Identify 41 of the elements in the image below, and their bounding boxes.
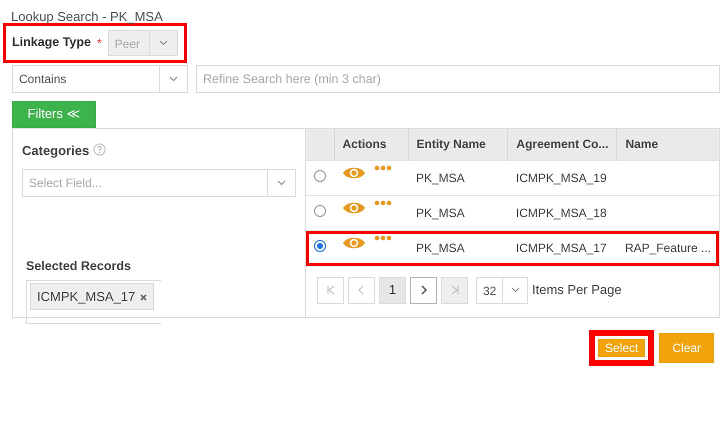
first-page-icon — [324, 284, 336, 296]
chevron-down-icon — [510, 287, 520, 293]
table-row[interactable]: PK_MSA ICMPK_MSA_17 RAP_Feature ... — [306, 230, 719, 266]
table-row[interactable]: PK_MSA ICMPK_MSA_18 — [306, 196, 719, 230]
table-cell: ICMPK_MSA_17 — [516, 241, 607, 256]
page-size-select[interactable]: 32 — [476, 276, 528, 304]
section-label: Selected Records — [26, 258, 132, 275]
close-icon[interactable] — [140, 294, 148, 301]
search-field[interactable]: Refine Search here (min 3 char) — [196, 64, 720, 92]
column-header: Agreement Co... — [508, 128, 617, 160]
column-header: Actions — [334, 128, 408, 160]
table-row[interactable]: PK_MSA ICMPK_MSA_19 — [306, 160, 719, 196]
eye-icon[interactable] — [342, 200, 366, 216]
section-label: Categories — [22, 142, 90, 160]
chevron-down-icon — [159, 40, 168, 46]
match-mode-select[interactable]: Contains — [12, 64, 188, 92]
table-cell: ICMPK_MSA_18 — [516, 206, 607, 220]
column-header: Name — [616, 128, 719, 160]
radio-button[interactable] — [314, 170, 326, 182]
column-header: Entity Name — [408, 128, 508, 160]
table-cell: PK_MSA — [416, 241, 465, 256]
page-button[interactable] — [410, 276, 437, 304]
radio-button[interactable] — [314, 240, 326, 252]
required-mark: * — [96, 34, 102, 52]
more-icon[interactable] — [374, 165, 392, 171]
more-icon[interactable] — [374, 200, 392, 206]
radio-button[interactable] — [314, 205, 326, 217]
record-chip-label: ICMPK_MSA_17 — [37, 288, 136, 306]
items-per-page-label: Items Per Page — [532, 281, 622, 300]
help-icon[interactable] — [93, 143, 106, 156]
table-cell: PK_MSA — [416, 171, 465, 185]
table-cell: ICMPK_MSA_19 — [516, 171, 607, 185]
chevron-down-icon — [169, 76, 178, 82]
table-cell: PK_MSA — [416, 206, 465, 220]
dialog-title: Lookup Search - PK_MSA — [11, 8, 163, 26]
chevron-down-icon — [277, 180, 286, 186]
eye-icon[interactable] — [342, 165, 366, 181]
more-icon[interactable] — [374, 235, 392, 242]
page-button[interactable]: 1 — [379, 276, 406, 304]
field-label: Linkage Type — [12, 34, 91, 52]
table-cell: RAP_Feature ... — [624, 241, 711, 256]
